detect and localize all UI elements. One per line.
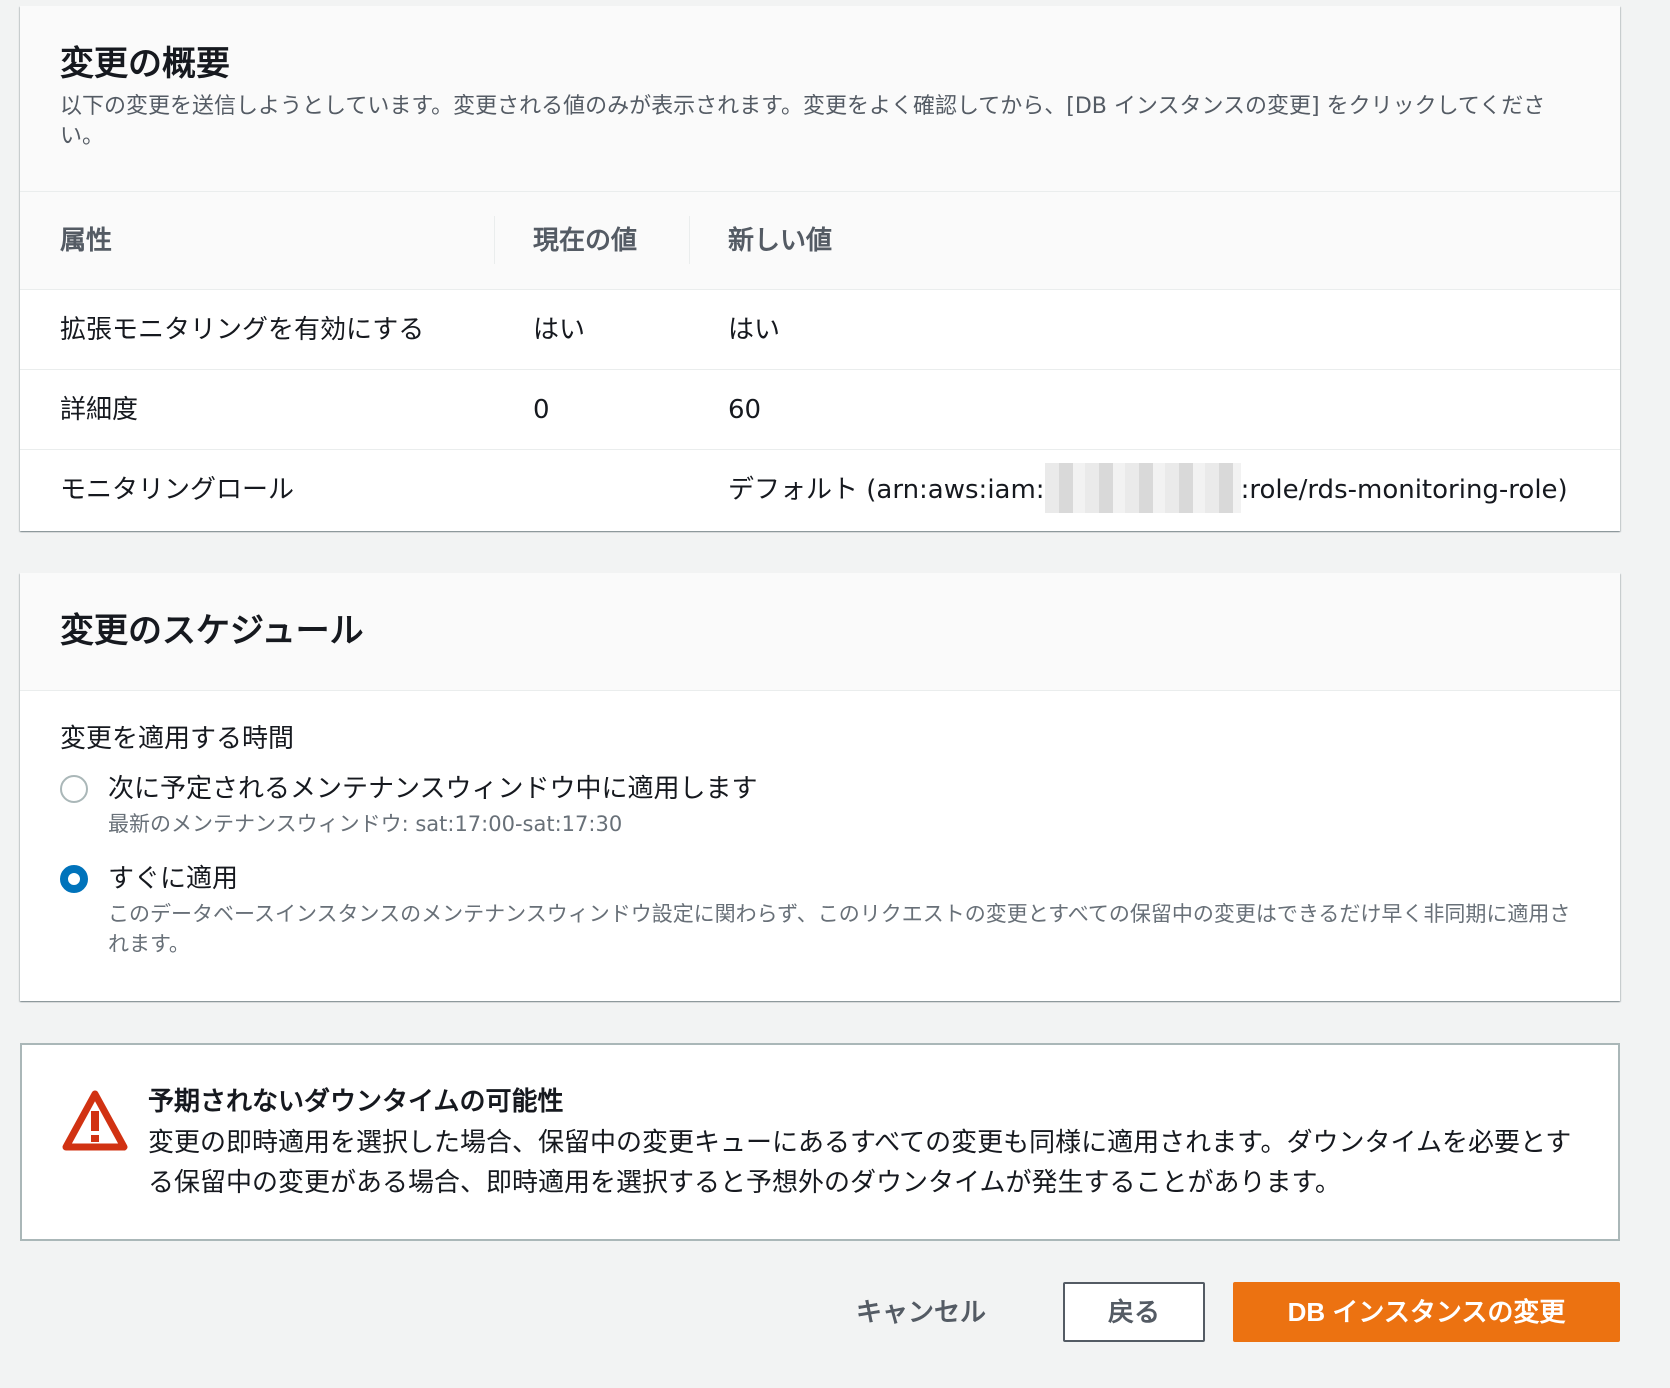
summary-table-header: 属性 現在の値 新しい値 [20, 192, 1620, 290]
summary-description: 以下の変更を送信しようとしています。変更される値のみが表示されます。変更をよく確… [60, 94, 1546, 149]
summary-header: 変更の概要 以下の変更を送信しようとしています。変更される値のみが表示されます。… [20, 6, 1620, 192]
modify-db-instance-button[interactable]: DB インスタンスの変更 [1233, 1282, 1620, 1342]
schedule-title: 変更のスケジュール [60, 611, 364, 651]
summary-table-body: 拡張モニタリングを有効にする はい はい 詳細度 0 60 モニタリングロール … [20, 290, 1620, 530]
warning-triangle-icon [62, 1090, 128, 1151]
alert-title: 予期されないダウンタイムの可能性 [148, 1087, 564, 1117]
row-current-value: はい [533, 315, 586, 345]
alert-text: 変更の即時適用を選択した場合、保留中の変更キューにあるすべての変更も同様に適用さ… [148, 1128, 1572, 1198]
radio-description: 最新のメンテナンスウィンドウ: sat:17:00-sat:17:30 [108, 812, 623, 836]
radio-label[interactable]: 次に予定されるメンテナンスウィンドウ中に適用します [108, 769, 1580, 809]
schedule-header: 変更のスケジュール [20, 573, 1620, 691]
table-row: モニタリングロール デフォルト (arn:aws:iam: :role/rds-m… [20, 450, 1620, 530]
radio-description: このデータベースインスタンスのメンテナンスウィンドウ設定に関わらず、このリクエス… [108, 902, 1571, 956]
row-current-value: 0 [533, 395, 550, 425]
radio-option-apply-immediately[interactable]: すぐに適用 このデータベースインスタンスのメンテナンスウィンドウ設定に関わらず、… [60, 859, 1580, 959]
summary-panel: 変更の概要 以下の変更を送信しようとしています。変更される値のみが表示されます。… [20, 6, 1620, 531]
radio-button-apply-immediately[interactable] [60, 865, 88, 893]
row-new-value: デフォルト (arn:aws:iam: :role/rds-monitoring-… [728, 450, 1568, 530]
apply-time-label: 変更を適用する時間 [60, 724, 295, 754]
column-header-current: 現在の値 [533, 226, 638, 256]
row-attribute: モニタリングロール [60, 475, 295, 505]
downtime-warning-alert: 予期されないダウンタイムの可能性 変更の即時適用を選択した場合、保留中の変更キュ… [20, 1043, 1620, 1241]
table-row: 拡張モニタリングを有効にする はい はい [20, 290, 1620, 370]
role-arn-suffix: :role/rds-monitoring-role) [1240, 475, 1568, 505]
row-attribute: 詳細度 [60, 395, 139, 425]
schedule-body: 変更を適用する時間 次に予定されるメンテナンスウィンドウ中に適用します 最新のメ… [20, 691, 1620, 959]
role-arn-prefix: デフォルト (arn:aws:iam: [728, 475, 1045, 505]
column-header-new: 新しい値 [728, 226, 833, 256]
radio-label[interactable]: すぐに適用 [108, 859, 1580, 899]
column-separator [494, 216, 495, 264]
redacted-account-id [1044, 462, 1241, 513]
radio-button-maintenance-window[interactable] [60, 775, 88, 803]
column-separator [689, 216, 690, 264]
table-row: 詳細度 0 60 [20, 370, 1620, 450]
cancel-button[interactable]: キャンセル [836, 1282, 1006, 1342]
column-header-attribute: 属性 [60, 226, 113, 256]
row-attribute: 拡張モニタリングを有効にする [60, 315, 425, 345]
row-new-value: はい [728, 315, 781, 345]
row-new-value: 60 [728, 395, 762, 425]
back-button[interactable]: 戻る [1063, 1282, 1205, 1342]
radio-option-maintenance-window[interactable]: 次に予定されるメンテナンスウィンドウ中に適用します 最新のメンテナンスウィンドウ… [60, 769, 1580, 839]
schedule-panel: 変更のスケジュール 変更を適用する時間 次に予定されるメンテナンスウィンドウ中に… [20, 573, 1620, 1001]
summary-title: 変更の概要 [60, 44, 230, 84]
alert-content: 予期されないダウンタイムの可能性 変更の即時適用を選択した場合、保留中の変更キュ… [148, 1085, 1588, 1203]
